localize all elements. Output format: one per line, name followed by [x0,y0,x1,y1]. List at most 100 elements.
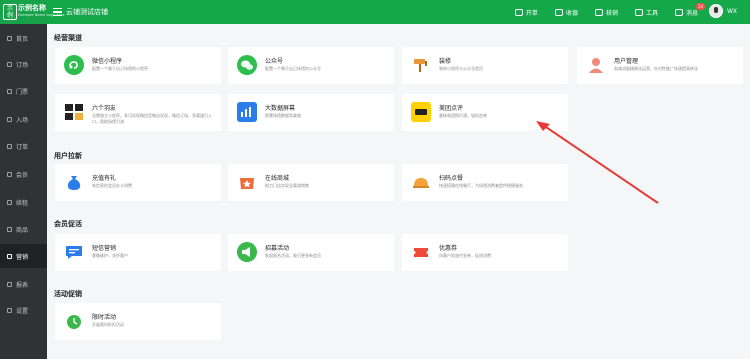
section-member: 会员促活 [54,220,82,228]
card-desc: 向客户发放代金券，促进消费 [439,253,491,258]
tools-button[interactable]: 工具 [634,8,658,17]
food-cloche-icon [411,172,431,192]
order-icon [7,143,12,149]
brand-logo[interactable]: 示例 示例名称 Example Name Logo Area [0,0,65,24]
sidebar-item-products[interactable]: 商品 [0,217,47,241]
store-name[interactable]: 云铺测试店铺 [66,7,108,17]
card-desc: 有信息阶会员办卡消费 [92,183,132,188]
card-title: 短信营销 [92,245,117,252]
card-title: 限时活动 [92,314,117,321]
card-desc: 助力门店实现全渠道销售 [265,183,309,188]
card-title: 装修 [439,58,452,65]
message-icon [674,8,683,16]
sidebar-item-label: 商品 [16,226,29,234]
member-icon [7,171,12,177]
user-icon [586,55,606,75]
brand-title: 示例名称 [18,4,46,12]
card-official-account[interactable]: 公众号 配置一个属于自己场馆的公众号 [228,47,394,84]
six-friends-logo-icon [64,102,84,122]
card-desc: 客情维护，关怀客户 [92,253,128,258]
open-order-button[interactable]: 开单 [514,8,538,17]
sms-chat-icon [64,242,84,262]
home-icon [7,35,12,41]
tools-icon [634,8,643,16]
card-recharge-gift[interactable]: 充值有礼 有信息阶会员办卡消费 [55,164,221,201]
sidebar-item-label: 门票 [16,88,29,96]
report-icon [7,281,12,287]
card-desc: 私域流量精细化运营，针对性推广快速提高转化 [614,66,698,71]
cashier-icon [554,8,563,16]
sidebar-item-marketing[interactable]: 营销 [0,244,47,268]
card-flash-sale[interactable]: 限时活动 开展限时折扣活动 [55,303,221,340]
sidebar-item-label: 入场 [16,116,29,124]
card-miniprogram[interactable]: 微信小程序 配置一个属于自己场馆的小程序 [55,47,221,84]
section-acquisition: 用户拉新 [54,152,82,160]
top-actions: 开单 收银 核销 工具 消息 10 [498,0,705,24]
card-sms-marketing[interactable]: 短信营销 客情维护，关怀客户 [55,234,221,271]
alarm-clock-icon [64,311,84,331]
booking-icon [7,61,12,67]
card-title: 公众号 [265,58,284,65]
avatar[interactable] [709,4,723,18]
card-title: 微信小程序 [92,58,123,65]
card-title: 招募活动 [265,245,290,252]
entry-icon [7,116,12,122]
sidebar-item-label: 报表 [16,281,29,289]
verify-label: 核销 [605,9,618,17]
sidebar-item-reports[interactable]: 报表 [0,272,47,296]
sidebar-item-renew[interactable]: 续租 [0,190,47,214]
money-bag-icon [64,172,84,192]
paint-roller-icon [411,55,431,75]
sidebar-item-label: 营销 [16,253,29,261]
user-name[interactable]: WX [727,8,737,15]
logo-icon: 示例 [3,4,17,20]
miniprogram-icon [64,55,84,75]
sidebar-item-orders[interactable]: 订单 [0,134,47,158]
section-channels: 经营渠道 [54,34,82,42]
verify-icon [594,8,603,16]
top-bar: 示例 示例名称 Example Name Logo Area 云铺测试店铺 开单… [0,0,750,24]
messages-button[interactable]: 消息 10 [674,2,705,17]
sidebar-item-settings[interactable]: 设置 [0,298,47,322]
marketing-icon [7,253,12,259]
sidebar-item-label: 订单 [16,143,29,151]
megaphone-icon [237,242,257,262]
meituan-logo-icon [411,102,431,122]
sidebar-item-booking[interactable]: 订场 [0,52,47,76]
card-desc: 智慧场馆数据驾驶舱 [265,113,301,118]
card-enroll-activity[interactable]: 招募活动 发起报名活动，吸引更多新会员 [228,234,394,271]
message-count-badge: 10 [695,2,705,10]
card-title: 用户管理 [614,58,639,65]
sidebar-item-entry[interactable]: 入场 [0,107,47,131]
sidebar-item-label: 续租 [16,199,29,207]
card-user-management[interactable]: 用户管理 私域流量精细化运营，针对性推广快速提高转化 [577,47,743,84]
wechat-icon [237,55,257,75]
card-title: 美团点评 [439,105,464,112]
card-online-mall[interactable]: 在线商城 助力门店实现全渠道销售 [228,164,394,201]
sidebar-item-tickets[interactable]: 门票 [0,79,47,103]
product-icon [7,226,12,232]
sidebar-item-label: 会员 [16,171,29,179]
dashboard-icon [237,102,257,122]
sidebar-item-home[interactable]: 首页 [0,26,47,50]
card-decor[interactable]: 装修 装修小程序与公众号首页 [402,47,568,84]
settings-icon [7,307,12,313]
card-desc: 装修小程序与公众号首页 [439,66,483,71]
card-desc: 配置一个属于自己场馆的小程序 [92,66,148,71]
cashier-button[interactable]: 收银 [554,8,578,17]
sidebar-item-label: 设置 [16,307,29,315]
card-title: 充值有礼 [92,175,117,182]
verify-button[interactable]: 核销 [594,8,618,17]
menu-toggle-icon[interactable] [53,8,62,16]
card-title: 扫码点餐 [439,175,464,182]
card-coupon[interactable]: 优惠券 向客户发放代金券，促进消费 [402,234,568,271]
renew-icon [7,199,12,205]
sidebar-item-members[interactable]: 会员 [0,162,47,186]
shop-star-icon [237,172,257,192]
ticket-icon [7,88,12,94]
tools-label: 工具 [645,9,658,17]
annotation-arrow [536,121,659,204]
card-title: 优惠券 [439,245,458,252]
card-big-data-screen[interactable]: 大数据屏幕 智慧场馆数据驾驶舱 [228,94,394,131]
card-six-friends[interactable]: 六个羽友 无需独立小程序，多可实现微信官微店实现，微信订场，多渠道引入口，帮助场… [55,94,221,131]
